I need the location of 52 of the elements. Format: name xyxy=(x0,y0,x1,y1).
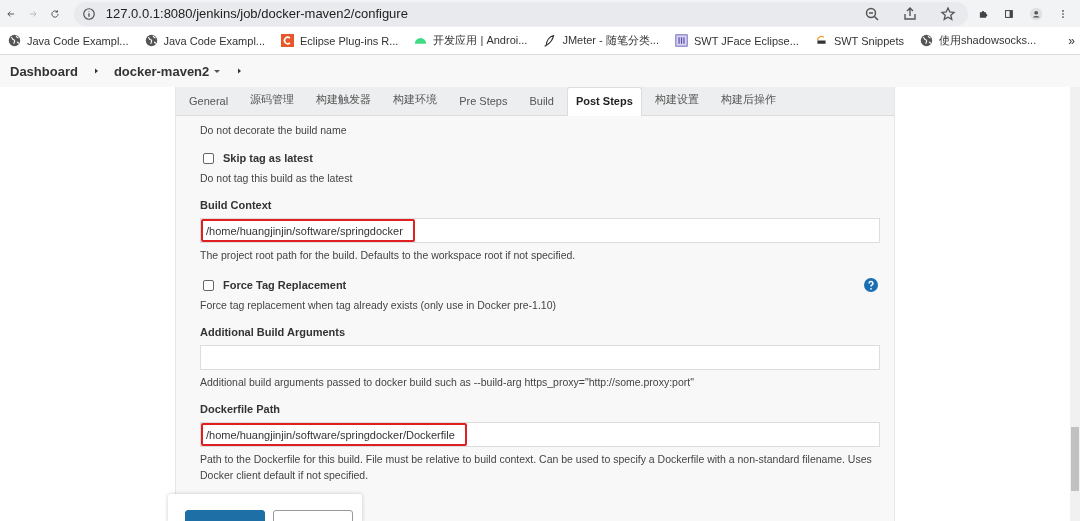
bookmark-item[interactable]: Java Code Exampl... xyxy=(8,34,129,47)
help-text: Do not tag this build as the latest xyxy=(200,171,354,186)
checkbox-label: Skip tag as latest xyxy=(223,152,313,164)
tab[interactable]: 构建设置 xyxy=(645,87,708,115)
book-icon xyxy=(674,34,688,47)
bookmark-item[interactable]: 使用shadowsocks... xyxy=(920,33,1037,48)
checkbox[interactable] xyxy=(203,152,214,164)
bookmark-item[interactable]: JMeter - 随笔分类... xyxy=(543,33,659,48)
tab[interactable]: 构建后操作 xyxy=(711,87,785,115)
tab[interactable]: Pre Steps xyxy=(450,87,517,115)
tab[interactable]: 源码管理 xyxy=(241,87,304,115)
bookmark-item[interactable]: Java Code Exampl... xyxy=(144,34,265,47)
tab[interactable]: Build xyxy=(520,87,563,115)
tab[interactable]: Post Steps xyxy=(566,87,642,116)
bookmark-item[interactable]: Eclipse Plug-ins R... xyxy=(281,34,399,47)
help-text: Additional build arguments passed to docker build such as --build-arg https_proxy="http://some.proxy:port" xyxy=(200,375,695,390)
breadcrumb-link[interactable]: docker-maven2 xyxy=(113,63,210,79)
checkbox[interactable] xyxy=(203,279,214,291)
help-text: Path to the Dockerfile for this build. File must be relative to build context. Can be used to specify a Dockerfile with a non-standard filename. Uses Docker client default if not specified. xyxy=(200,452,873,483)
caret-down-icon[interactable] xyxy=(213,67,222,75)
field-label: Build Context xyxy=(200,199,273,211)
help-text: Force tag replacement when tag already exists (only use in Docker pre-1.10) xyxy=(200,298,557,313)
text-field[interactable] xyxy=(200,345,880,370)
globe-icon xyxy=(920,34,933,47)
help-text: Do not decorate the build name xyxy=(200,123,348,138)
bookmark-item[interactable]: SWT JFace Eclipse... xyxy=(674,34,799,47)
url-text: 127.0.0.1:8080/jenkins/job/docker-maven2/configure xyxy=(105,6,408,21)
swirl-icon xyxy=(814,34,828,47)
tab[interactable]: 构建环境 xyxy=(384,87,447,115)
help-icon[interactable] xyxy=(864,278,878,292)
share-icon[interactable] xyxy=(901,5,918,22)
text-field[interactable]: /home/huangjinjin/software/springdocker xyxy=(200,218,880,243)
field-label: Additional Build Arguments xyxy=(200,326,347,338)
info-icon[interactable] xyxy=(81,6,96,21)
breadcrumb-link[interactable]: Dashboard xyxy=(10,63,78,79)
star-icon[interactable] xyxy=(939,5,956,22)
globe-icon xyxy=(8,34,21,47)
checkbox-label: Force Tag Replacement xyxy=(223,279,347,291)
bookmark-item[interactable]: SWT Snippets xyxy=(814,34,904,47)
text-field[interactable]: /home/huangjinjin/software/springdocker/Dockerfile xyxy=(200,422,880,447)
help-text: The project root path for the build. Defaults to the workspace root if not specified. xyxy=(200,248,577,263)
tab[interactable]: 构建触发器 xyxy=(307,87,381,115)
globe-icon xyxy=(144,34,158,47)
bookmark-item[interactable]: 开发应用 | Androi... xyxy=(414,33,528,48)
more-bookmarks-button[interactable]: » xyxy=(1068,33,1079,48)
letter-tile-icon xyxy=(281,34,294,47)
field-label: Dockerfile Path xyxy=(200,403,282,415)
zoom-out-icon[interactable] xyxy=(863,5,880,22)
feather-icon xyxy=(543,34,557,47)
tab[interactable]: General xyxy=(180,87,238,115)
scrollbar[interactable] xyxy=(1070,87,1080,521)
address-bar[interactable]: 127.0.0.1:8080/jenkins/job/docker-maven2/configure xyxy=(73,1,968,26)
